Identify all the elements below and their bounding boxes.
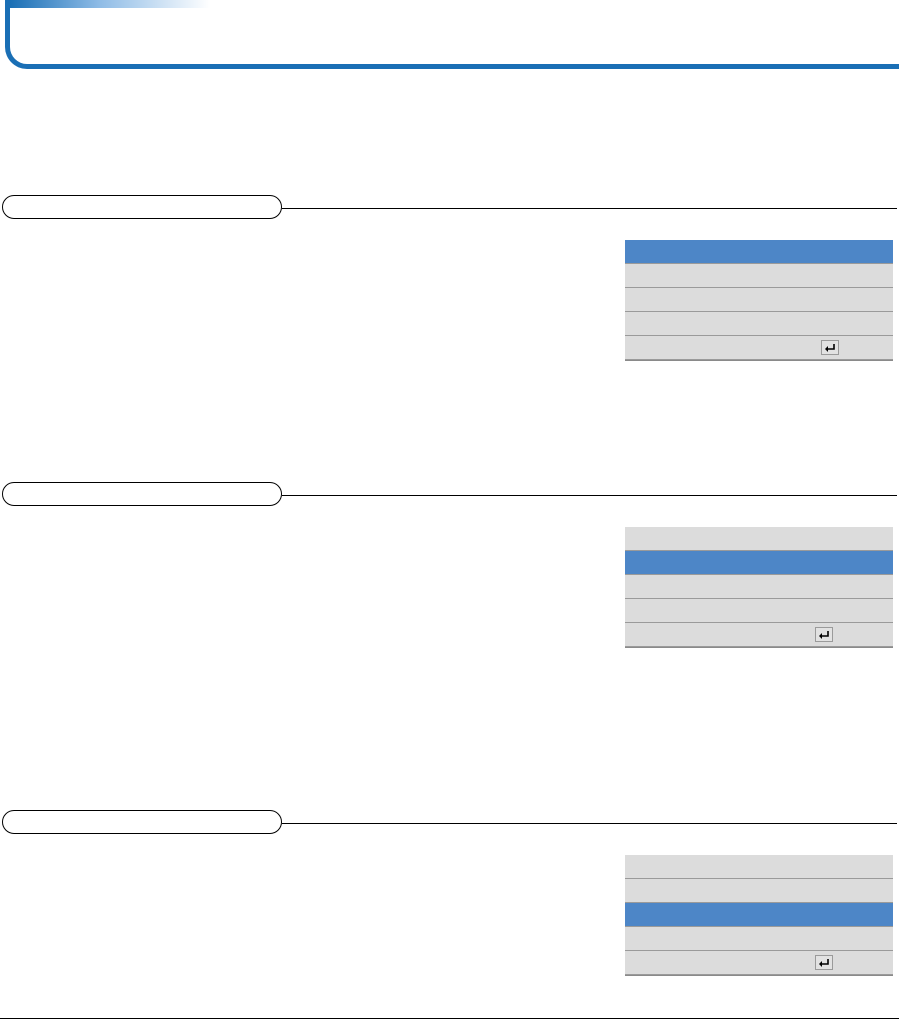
menu-item-4[interactable] (625, 927, 893, 951)
osd-menu-1 (625, 240, 893, 361)
section-header-3 (0, 810, 899, 838)
header-gradient-bar (10, 0, 210, 8)
menu-item-3[interactable] (625, 575, 893, 599)
menu-item-4[interactable] (625, 312, 893, 336)
menu-item-4[interactable] (625, 599, 893, 623)
section-tab-1 (2, 195, 282, 219)
menu-item-2[interactable] (625, 264, 893, 288)
section-divider-1 (282, 208, 897, 209)
menu-item-1[interactable] (625, 527, 893, 551)
menu-item-3[interactable] (625, 903, 893, 927)
enter-icon (821, 340, 839, 355)
menu-item-5[interactable] (625, 623, 893, 647)
section-tab-3 (2, 810, 282, 834)
menu-item-3[interactable] (625, 288, 893, 312)
section-divider-2 (282, 495, 897, 496)
enter-icon (815, 627, 833, 642)
section-tab-2 (2, 482, 282, 506)
osd-menu-2 (625, 527, 893, 648)
menu-item-2[interactable] (625, 879, 893, 903)
menu-item-5[interactable] (625, 951, 893, 975)
enter-icon (815, 955, 833, 970)
menu-item-2[interactable] (625, 551, 893, 575)
osd-menu-3 (625, 855, 893, 976)
section-header-1 (0, 195, 899, 223)
menu-item-5[interactable] (625, 336, 893, 360)
chapter-header (5, 0, 899, 69)
section-header-2 (0, 482, 899, 510)
menu-item-1[interactable] (625, 855, 893, 879)
menu-item-1[interactable] (625, 240, 893, 264)
section-divider-3 (282, 823, 897, 824)
